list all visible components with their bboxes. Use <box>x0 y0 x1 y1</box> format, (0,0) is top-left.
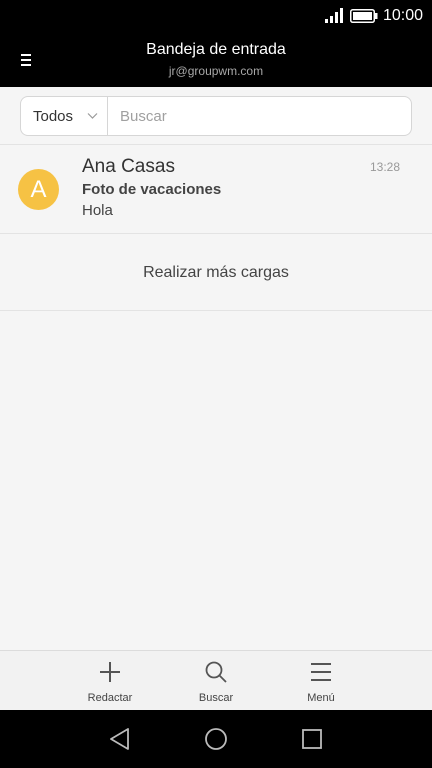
signal-icon <box>325 8 343 23</box>
account-email: jr@groupwm.com <box>168 64 264 78</box>
more-menu-button[interactable]: Menú <box>281 651 361 711</box>
filter-label: Todos <box>33 108 74 125</box>
search-box: Todos <box>20 96 412 136</box>
status-time: 10:00 <box>383 7 424 24</box>
message-sender: Ana Casas <box>82 156 175 177</box>
plus-icon <box>100 662 120 682</box>
page-title: Bandeja de entrada <box>146 41 286 58</box>
message-time: 13:28 <box>369 160 400 174</box>
avatar: A <box>18 169 59 210</box>
status-bar: 10:00 <box>0 0 432 32</box>
compose-button[interactable]: Redactar <box>70 651 150 711</box>
chevron-down-icon <box>87 113 98 119</box>
search-label: Buscar <box>198 692 234 704</box>
search-area: Todos <box>0 87 432 145</box>
menu-icon <box>311 663 331 681</box>
search-icon <box>205 661 227 683</box>
search-button[interactable]: Buscar <box>176 651 256 711</box>
recents-icon[interactable] <box>299 726 325 752</box>
menu-label: Menú <box>307 692 335 704</box>
bottom-action-bar: Redactar Buscar Menú <box>0 650 432 710</box>
back-icon[interactable] <box>107 726 133 752</box>
battery-icon <box>350 9 378 23</box>
compose-label: Redactar <box>87 692 133 704</box>
message-preview: Hola <box>82 202 113 219</box>
message-list-item[interactable]: A Ana Casas 13:28 Foto de vacaciones Hol… <box>0 146 432 234</box>
filter-dropdown[interactable]: Todos <box>21 97 108 135</box>
search-input[interactable] <box>109 97 411 135</box>
system-navigation-bar <box>0 710 432 768</box>
message-subject: Foto de vacaciones <box>82 181 222 198</box>
load-more-button[interactable]: Realizar más cargas <box>0 235 432 311</box>
app-header: Bandeja de entrada jr@groupwm.com <box>0 32 432 87</box>
home-icon[interactable] <box>203 726 229 752</box>
